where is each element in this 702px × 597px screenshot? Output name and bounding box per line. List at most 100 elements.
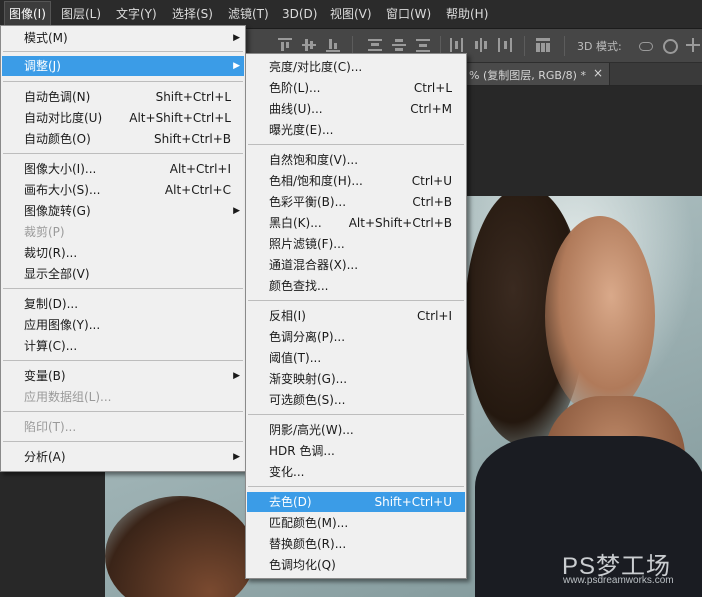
menu-item-vibrance[interactable]: 自然饱和度(V)...: [247, 150, 465, 170]
menu-item-adjustments[interactable]: 调整(J) ▶: [2, 56, 244, 76]
menu-image[interactable]: 图像(I): [4, 1, 51, 28]
submenu-arrow-icon: ▶: [233, 371, 240, 381]
distribute-right-icon[interactable]: [498, 38, 512, 52]
menu-filter[interactable]: 滤镜(T): [224, 0, 273, 28]
menu-item-image-size[interactable]: 图像大小(I)... Alt+Ctrl+I: [2, 159, 244, 179]
menu-item-black-white[interactable]: 黑白(K)... Alt+Shift+Ctrl+B: [247, 213, 465, 233]
distribute-hcenter-icon[interactable]: [474, 38, 488, 52]
menu-layer[interactable]: 图层(L): [57, 0, 105, 28]
photo-shoulder: [105, 496, 255, 597]
menu-item-desaturate[interactable]: 去色(D) Shift+Ctrl+U: [247, 492, 465, 512]
menu-view[interactable]: 视图(V): [326, 0, 376, 28]
options-separator: [524, 36, 525, 56]
menu-item-shadows-highlights[interactable]: 阴影/高光(W)...: [247, 420, 465, 440]
menu-item-calculations[interactable]: 计算(C)...: [2, 336, 244, 356]
menu-item-mode[interactable]: 模式(M) ▶: [2, 28, 244, 48]
menu-item-crop[interactable]: 裁剪(P): [2, 222, 244, 242]
menu-item-curves[interactable]: 曲线(U)... Ctrl+M: [247, 99, 465, 119]
menu-item-channel-mixer[interactable]: 通道混合器(X)...: [247, 255, 465, 275]
menu-item-duplicate[interactable]: 复制(D)...: [2, 294, 244, 314]
menu-item-apply-image[interactable]: 应用图像(Y)...: [2, 315, 244, 335]
3d-orbit-icon[interactable]: [638, 38, 653, 52]
menu-item-trim[interactable]: 裁切(R)...: [2, 243, 244, 263]
menu-select[interactable]: 选择(S): [168, 0, 217, 28]
menu-type[interactable]: 文字(Y): [112, 0, 161, 28]
menu-item-label: 通道混合器(X)...: [269, 258, 359, 272]
menu-item-invert[interactable]: 反相(I) Ctrl+I: [247, 306, 465, 326]
menu-item-shortcut: Alt+Shift+Ctrl+L: [129, 111, 231, 125]
menu-item-shortcut: Ctrl+L: [413, 81, 452, 95]
menu-item-label: 变化...: [269, 465, 305, 479]
menu-item-auto-color[interactable]: 自动颜色(O) Shift+Ctrl+B: [2, 129, 244, 149]
menu-item-label: 应用数据组(L)...: [24, 390, 112, 404]
menu-item-threshold[interactable]: 阈值(T)...: [247, 348, 465, 368]
menu-item-posterize[interactable]: 色调分离(P)...: [247, 327, 465, 347]
menu-item-match-color[interactable]: 匹配颜色(M)...: [247, 513, 465, 533]
menu-item-reveal-all[interactable]: 显示全部(V): [2, 264, 244, 284]
distribute-top-icon[interactable]: [368, 38, 382, 52]
menu-item-label: 色调均化(Q): [269, 558, 336, 572]
menu-item-hue-saturation[interactable]: 色相/饱和度(H)... Ctrl+U: [247, 171, 465, 191]
submenu-arrow-icon: ▶: [233, 61, 240, 71]
submenu-arrow-icon: ▶: [233, 206, 240, 216]
menu-separator: [3, 411, 243, 412]
menu-item-apply-data-set[interactable]: 应用数据组(L)...: [2, 387, 244, 407]
menu-item-replace-color[interactable]: 替换颜色(R)...: [247, 534, 465, 554]
menu-item-variables[interactable]: 变量(B) ▶: [2, 366, 244, 386]
auto-align-icon[interactable]: [536, 38, 550, 52]
menu-separator: [248, 144, 464, 145]
menu-3d[interactable]: 3D(D): [278, 0, 321, 28]
menu-item-label: 调整(J): [24, 59, 61, 73]
menu-item-label: 亮度/对比度(C)...: [269, 60, 363, 74]
menu-item-label: 阴影/高光(W)...: [269, 423, 354, 437]
menu-item-shortcut: Ctrl+I: [417, 309, 452, 323]
align-top-icon[interactable]: [278, 38, 292, 52]
menu-item-shortcut: Ctrl+M: [410, 102, 452, 116]
menu-item-label: 自然饱和度(V)...: [269, 153, 359, 167]
close-icon[interactable]: ×: [593, 66, 603, 80]
menu-item-label: 自动色调(N): [24, 90, 91, 104]
options-separator: [564, 36, 565, 56]
menu-item-shortcut: Alt+Shift+Ctrl+B: [348, 216, 452, 230]
menu-item-equalize[interactable]: 色调均化(Q): [247, 555, 465, 575]
menu-item-variations[interactable]: 变化...: [247, 462, 465, 482]
menu-item-hdr-toning[interactable]: HDR 色调...: [247, 441, 465, 461]
menu-item-selective-color[interactable]: 可选颜色(S)...: [247, 390, 465, 410]
menu-item-brightness-contrast[interactable]: 亮度/对比度(C)...: [247, 57, 465, 77]
menu-item-label: 陷印(T)...: [24, 420, 77, 434]
3d-roll-icon[interactable]: [662, 38, 678, 54]
menu-item-label: 显示全部(V): [24, 267, 90, 281]
menu-item-label: 色阶(L)...: [269, 81, 321, 95]
menu-item-label: 曲线(U)...: [269, 102, 323, 116]
document-tab[interactable]: % (复制图层, RGB/8) * ×: [466, 63, 610, 85]
align-bottom-icon[interactable]: [326, 38, 340, 52]
menu-item-label: 色相/饱和度(H)...: [269, 174, 363, 188]
menu-separator: [3, 360, 243, 361]
image-menu-dropdown: 模式(M) ▶ 调整(J) ▶ 自动色调(N) Shift+Ctrl+L 自动对比度(…: [0, 25, 246, 472]
menu-item-analysis[interactable]: 分析(A) ▶: [2, 447, 244, 467]
menu-item-gradient-map[interactable]: 渐变映射(G)...: [247, 369, 465, 389]
menu-item-canvas-size[interactable]: 画布大小(S)... Alt+Ctrl+C: [2, 180, 244, 200]
menu-item-exposure[interactable]: 曝光度(E)...: [247, 120, 465, 140]
menu-item-color-balance[interactable]: 色彩平衡(B)... Ctrl+B: [247, 192, 465, 212]
menu-item-auto-tone[interactable]: 自动色调(N) Shift+Ctrl+L: [2, 87, 244, 107]
menu-help[interactable]: 帮助(H): [442, 0, 492, 28]
3d-pan-icon[interactable]: [686, 38, 700, 52]
menu-window[interactable]: 窗口(W): [382, 0, 435, 28]
distribute-vcenter-icon[interactable]: [392, 38, 406, 52]
menu-item-auto-contrast[interactable]: 自动对比度(U) Alt+Shift+Ctrl+L: [2, 108, 244, 128]
menu-item-photo-filter[interactable]: 照片滤镜(F)...: [247, 234, 465, 254]
menu-item-image-rotation[interactable]: 图像旋转(G) ▶: [2, 201, 244, 221]
menu-item-label: 黑白(K)...: [269, 216, 322, 230]
menu-item-levels[interactable]: 色阶(L)... Ctrl+L: [247, 78, 465, 98]
distribute-bottom-icon[interactable]: [416, 38, 430, 52]
menu-separator: [248, 486, 464, 487]
menu-item-shortcut: Ctrl+B: [412, 195, 452, 209]
distribute-left-icon[interactable]: [450, 38, 464, 52]
submenu-arrow-icon: ▶: [233, 452, 240, 462]
align-vcenter-icon[interactable]: [302, 38, 316, 52]
menu-item-label: 色彩平衡(B)...: [269, 195, 347, 209]
menu-item-color-lookup[interactable]: 颜色查找...: [247, 276, 465, 296]
menu-item-shortcut: Shift+Ctrl+B: [154, 132, 231, 146]
menu-item-trap[interactable]: 陷印(T)...: [2, 417, 244, 437]
